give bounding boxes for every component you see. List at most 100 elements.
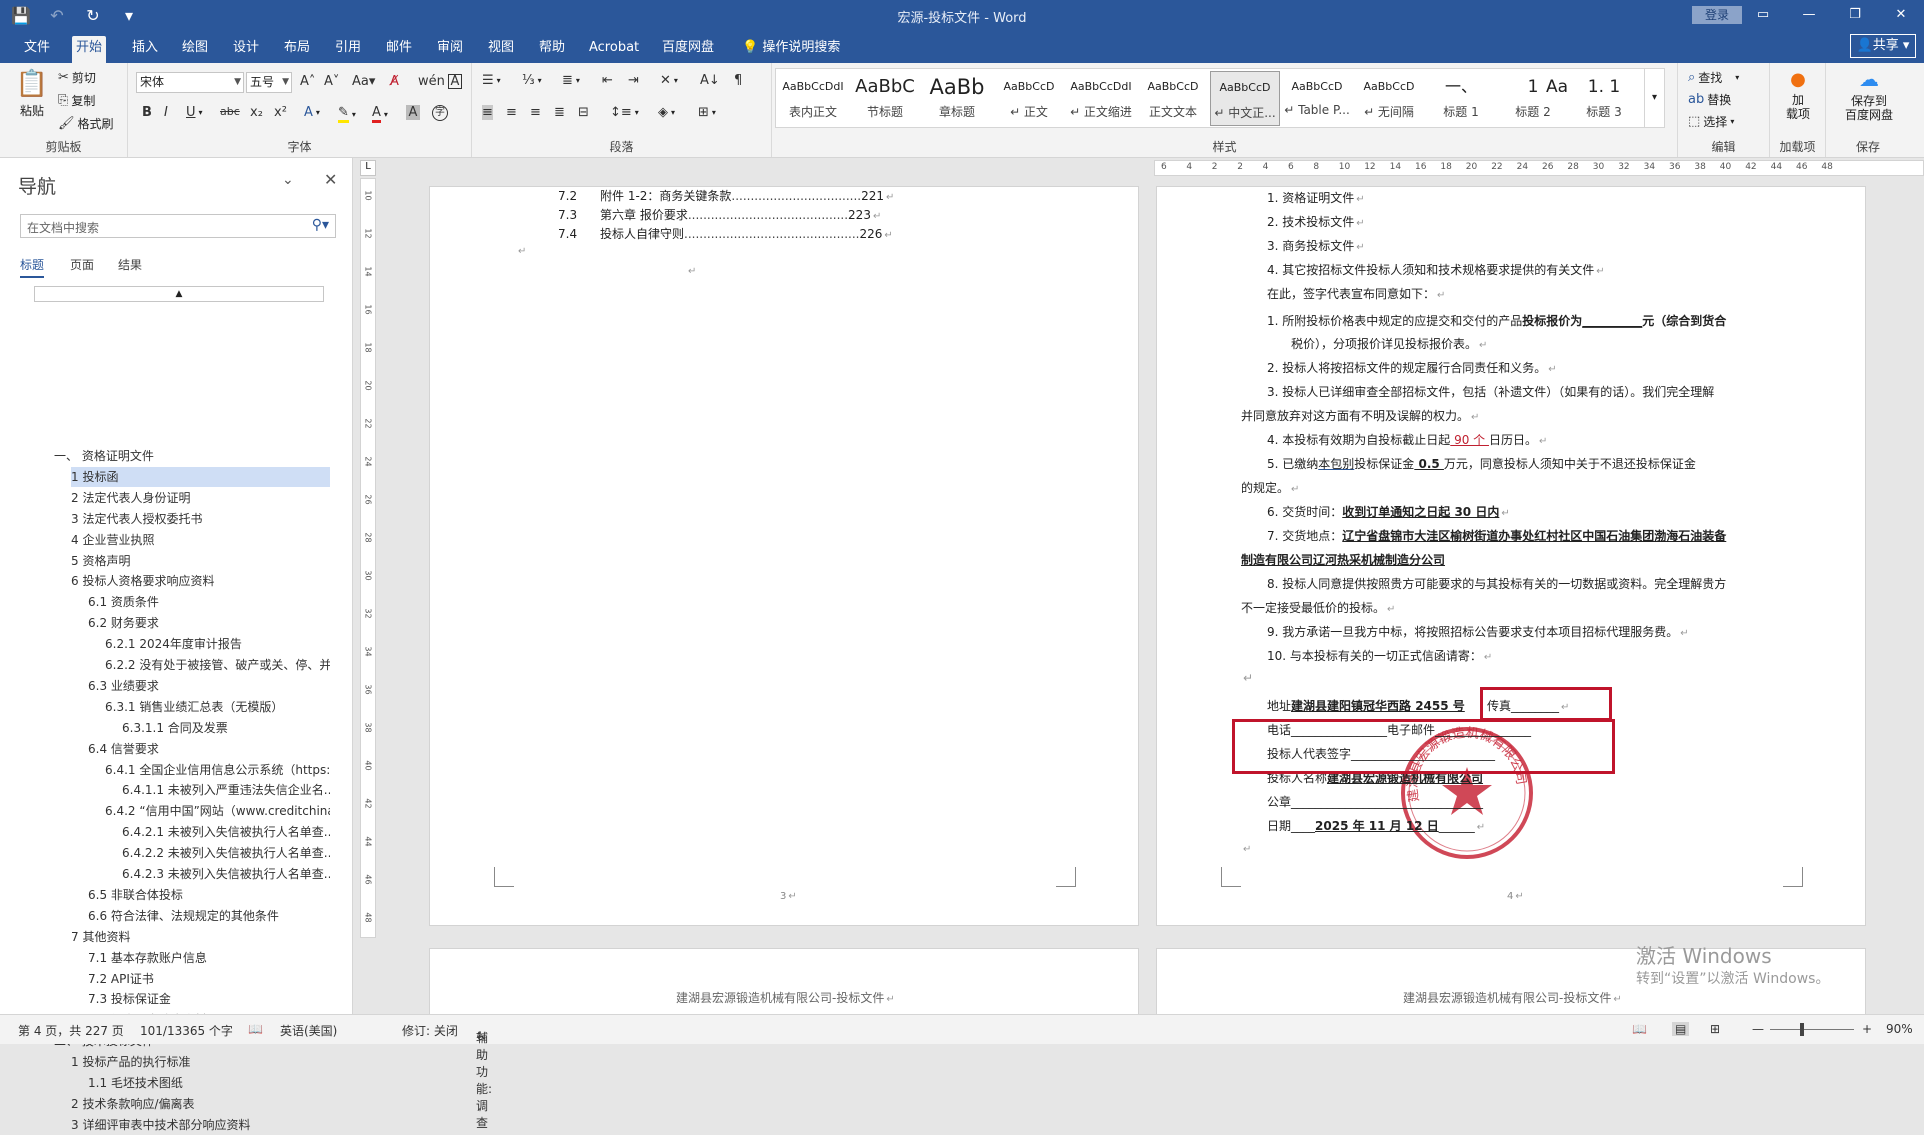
nav-heading-item[interactable]: 6.4.1.1 未被列入严重违法失信企业名... (122, 780, 330, 800)
nav-heading-item[interactable]: 6.3.1.1 合同及发票 (122, 718, 330, 738)
strikethrough-button[interactable]: abc (220, 105, 240, 118)
align-right-button[interactable]: ≡ (530, 105, 541, 120)
close-icon[interactable]: ✕ (324, 170, 337, 189)
style-item[interactable]: AaBbC 节标题 (850, 71, 920, 126)
superscript-button[interactable]: x² (274, 105, 287, 120)
style-item[interactable]: AaBb 章标题 (922, 71, 992, 126)
tab-mailings[interactable]: 邮件 (382, 36, 416, 63)
tab-acrobat[interactable]: Acrobat (585, 36, 643, 63)
zoom-slider-track[interactable] (1770, 1029, 1854, 1030)
zoom-out-button[interactable]: — (1752, 1022, 1764, 1036)
nav-heading-item[interactable]: 6.5 非联合体投标 (88, 885, 330, 905)
nav-heading-item[interactable]: ◢6 投标人资格要求响应资料 (71, 571, 330, 591)
clear-formatting-button[interactable]: A̸ (390, 74, 399, 89)
nav-heading-item[interactable]: 3 法定代表人授权委托书 (71, 509, 330, 529)
subscript-button[interactable]: x₂ (250, 105, 263, 120)
nav-search-input[interactable]: 在文档中搜索 (27, 219, 99, 236)
nav-heading-item[interactable]: 1 投标函 (71, 466, 330, 487)
char-border-button[interactable]: A (448, 74, 462, 89)
style-item[interactable]: AaBbCcD ↵ 无间隔 (1354, 71, 1424, 126)
numbering-button[interactable]: ⅓ ▾ (522, 73, 542, 88)
save-to-baidu-button[interactable]: ☁ 保存到 百度网盘 (1834, 67, 1904, 122)
nav-heading-item[interactable]: 6.4.2.3 未被列入失信被执行人名单查... (122, 864, 330, 884)
find-button[interactable]: ⌕ 查找 ▾ (1688, 69, 1739, 86)
nav-heading-item[interactable]: 2 技术条款响应/偏离表 (71, 1094, 330, 1114)
tab-selector[interactable]: L (360, 160, 376, 176)
char-shading-button[interactable]: A (406, 105, 420, 120)
page-count-status[interactable]: 第 4 页，共 227 页 (18, 1022, 124, 1039)
style-item[interactable]: AaBbCcDdI ↵ 正文缩进 (1066, 71, 1136, 126)
style-item[interactable]: AaBbCcD ↵ Table P... (1282, 71, 1352, 126)
nav-heading-item[interactable]: 6.6 符合法律、法规规定的其他条件 (88, 906, 330, 926)
nav-heading-item[interactable]: ◢6.4.2 “信用中国”网站（www.creditchina.... (105, 801, 330, 821)
nav-heading-item[interactable]: 7.1 基本存款账户信息 (88, 948, 330, 968)
toc-entry[interactable]: 7.3 第六章 报价要求.............................… (558, 206, 881, 223)
close-window-button[interactable]: ✕ (1878, 3, 1924, 27)
style-item[interactable]: AaBbCcD ↵ 正文 (994, 71, 1064, 126)
nav-heading-item[interactable]: 6.1 资质条件 (88, 592, 330, 612)
read-mode-icon[interactable]: 📖 (1632, 1022, 1647, 1036)
proofing-icon[interactable]: 📖 (248, 1022, 263, 1036)
align-left-button[interactable]: ≡ (482, 105, 493, 120)
tab-file[interactable]: 文件 (20, 36, 54, 63)
copy-button[interactable]: ⎘ 复制 (58, 92, 95, 109)
nav-heading-item[interactable]: ◢6.3 业绩要求 (88, 676, 330, 696)
format-painter-button[interactable]: 🖌 格式刷 (58, 115, 114, 132)
word-count-status[interactable]: 101/13365 个字 (140, 1022, 233, 1039)
text-effects-button[interactable]: A ▾ (304, 105, 320, 120)
tab-view[interactable]: 视图 (484, 36, 518, 63)
tab-draw[interactable]: 绘图 (178, 36, 212, 63)
style-item[interactable]: AaBbCcD 正文文本 (1138, 71, 1208, 126)
toc-entry[interactable]: 7.2 附件 1-2：商务关键条款........................… (558, 187, 894, 204)
replace-button[interactable]: ab 替换 (1688, 91, 1731, 108)
nav-heading-item[interactable]: ◢7 其他资料 (71, 927, 330, 947)
font-color-button[interactable]: A ▾ (372, 105, 388, 123)
nav-heading-item[interactable]: ◢3 详细评审表中技术部分响应资料 (71, 1115, 330, 1135)
tab-insert[interactable]: 插入 (128, 36, 162, 63)
shading-button[interactable]: ◈ ▾ (658, 105, 675, 120)
zoom-level[interactable]: 90% (1886, 1022, 1913, 1036)
nav-heading-item[interactable]: 7.2 API证书 (88, 969, 330, 989)
addins-button[interactable]: ● 加 载项 (1780, 69, 1816, 121)
nav-heading-item[interactable]: 5 资格声明 (71, 551, 330, 571)
underline-button[interactable]: U ▾ (186, 105, 203, 120)
nav-heading-item[interactable]: 6.4.2.1 未被列入失信被执行人名单查... (122, 822, 330, 842)
grow-font-button[interactable]: A˄ (300, 74, 315, 89)
shrink-font-button[interactable]: A˅ (324, 74, 339, 89)
tab-review[interactable]: 审阅 (433, 36, 467, 63)
bold-button[interactable]: B (142, 105, 152, 120)
nav-tab-results[interactable]: 结果 (118, 256, 142, 273)
tell-me-search[interactable]: 💡 操作说明搜索 (738, 36, 844, 63)
style-item-selected[interactable]: AaBbCcD ↵ 中文正... (1210, 71, 1280, 126)
nav-heading-item[interactable]: ◢6.3.1 销售业绩汇总表（无模版） (105, 697, 330, 717)
nav-heading-item[interactable]: ◢6.4 信誉要求 (88, 739, 330, 759)
nav-heading-item[interactable]: ◢6.4.1 全国企业信用信息公示系统（https:... (105, 760, 330, 780)
track-changes-status[interactable]: 修订: 关闭 (402, 1022, 458, 1039)
zoom-slider-thumb[interactable] (1800, 1023, 1804, 1036)
change-case-button[interactable]: Aa▾ (352, 74, 375, 89)
nav-heading-item[interactable]: ◢一、 资格证明文件 (54, 446, 330, 466)
phonetic-guide-button[interactable]: wén (418, 74, 445, 89)
search-icon[interactable]: ⚲▾ (312, 217, 329, 233)
styles-more-button[interactable]: ▾ (1644, 69, 1664, 127)
nav-heading-item[interactable]: 6.2.1 2024年度审计报告 (105, 634, 330, 654)
sort-button[interactable]: A↓ (700, 73, 720, 88)
nav-heading-item[interactable]: 7.3 投标保证金 (88, 989, 330, 1009)
nav-heading-item[interactable]: 6.4.2.2 未被列入失信被执行人名单查... (122, 843, 330, 863)
justify-button[interactable]: ≣ (554, 105, 565, 120)
font-name-combo[interactable]: 宋体 ▼ (136, 72, 244, 93)
nav-heading-item[interactable]: ◢6.2 财务要求 (88, 613, 330, 633)
nav-tab-headings[interactable]: 标题 (20, 256, 45, 278)
tab-references[interactable]: 引用 (331, 36, 365, 63)
distributed-button[interactable]: ⊟ (578, 105, 589, 120)
restore-button[interactable]: ❐ (1832, 3, 1878, 27)
style-item[interactable]: Aa (1540, 71, 1574, 126)
web-layout-icon[interactable]: ⊞ (1710, 1022, 1720, 1036)
tab-baidu-netdisk[interactable]: 百度网盘 (658, 36, 718, 63)
font-size-combo[interactable]: 五号 ▼ (246, 72, 292, 93)
minimize-button[interactable]: — (1786, 3, 1832, 27)
select-button[interactable]: ⬚ 选择 ▾ (1688, 113, 1734, 130)
login-button[interactable]: 登录 (1692, 6, 1742, 24)
highlight-button[interactable]: ✎ ▾ (338, 105, 356, 123)
chinese-layout-button[interactable]: ✕ ▾ (660, 73, 678, 88)
